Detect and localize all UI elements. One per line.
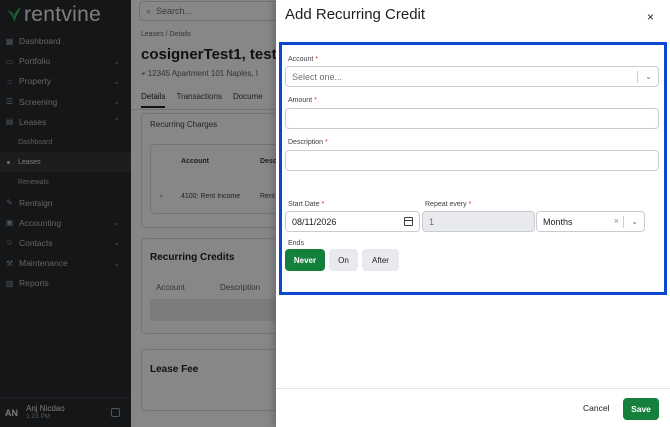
account-select[interactable]: Select one... ⌄ <box>285 66 659 87</box>
repeat-unit-select[interactable]: Months × ⌄ <box>536 211 645 232</box>
chevron-down-icon[interactable]: ⌄ <box>631 217 638 226</box>
save-button[interactable]: Save <box>623 398 659 420</box>
ends-after-button[interactable]: After <box>362 249 399 271</box>
required-marker: * <box>315 56 318 63</box>
ends-on-button[interactable]: On <box>329 249 358 271</box>
chevron-down-icon[interactable]: ⌄ <box>645 72 652 81</box>
repeat-every-value: 1 <box>429 216 435 227</box>
ends-label: Ends <box>288 240 304 247</box>
description-label-text: Description <box>288 139 324 146</box>
start-date-label-text: Start Date <box>288 201 320 208</box>
close-icon[interactable]: × <box>647 10 654 24</box>
required-marker: * <box>314 97 317 104</box>
description-label: Description * <box>288 139 328 146</box>
repeat-every-field: 1 <box>422 211 535 232</box>
clear-icon[interactable]: × <box>614 216 619 226</box>
account-label: Account * <box>288 56 318 63</box>
select-separator <box>637 71 638 83</box>
panel-title: Add Recurring Credit <box>285 6 426 23</box>
cancel-button[interactable]: Cancel <box>583 403 609 413</box>
footer-divider <box>276 388 670 389</box>
start-date-label: Start Date * <box>288 201 324 208</box>
select-separator <box>623 216 624 228</box>
add-recurring-credit-panel: Add Recurring Credit × Account * Select … <box>276 0 670 427</box>
account-placeholder: Select one... <box>292 71 343 82</box>
description-field[interactable] <box>285 150 659 171</box>
required-marker: * <box>324 139 328 146</box>
repeat-every-label-text: Repeat every <box>425 201 467 208</box>
repeat-every-label: Repeat every * <box>425 201 471 208</box>
amount-label: Amount * <box>288 97 317 104</box>
start-date-field[interactable]: 08/11/2026 <box>285 211 420 232</box>
required-marker: * <box>468 201 472 208</box>
amount-field[interactable] <box>285 108 659 129</box>
repeat-unit-value: Months <box>543 216 573 227</box>
start-date-value: 08/11/2026 <box>292 216 337 227</box>
amount-label-text: Amount <box>288 97 313 104</box>
required-marker: * <box>321 201 325 208</box>
ends-never-button[interactable]: Never <box>285 249 325 271</box>
account-label-text: Account <box>288 56 314 63</box>
calendar-icon[interactable] <box>404 217 413 226</box>
